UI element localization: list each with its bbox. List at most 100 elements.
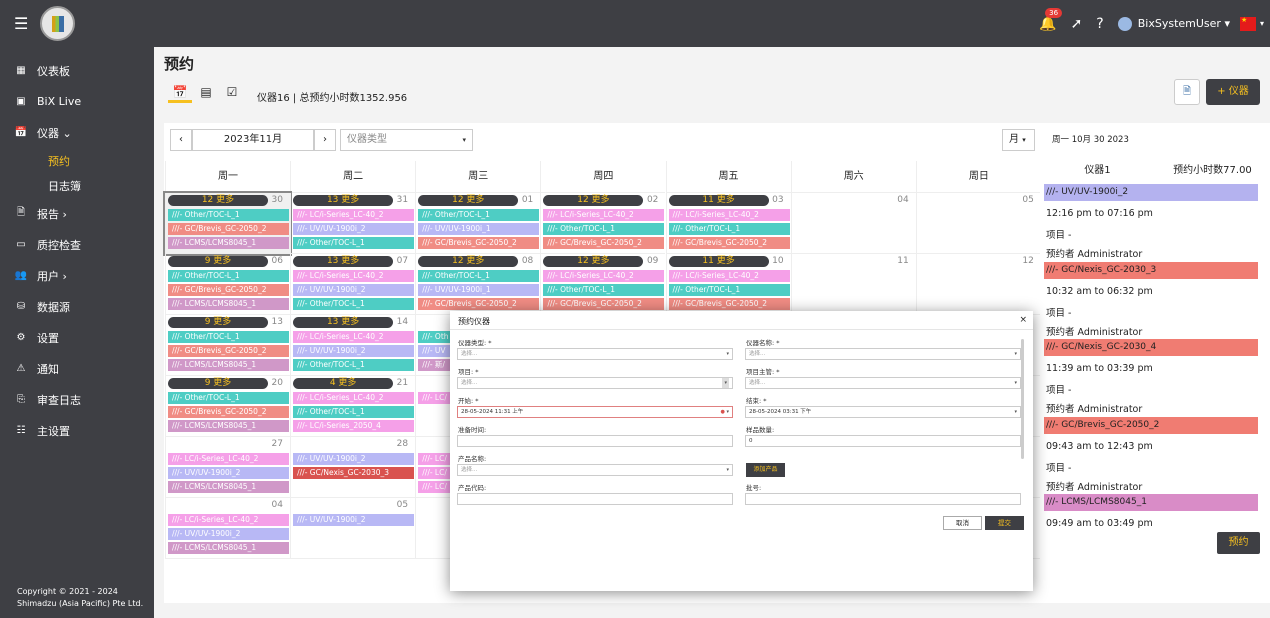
calendar-event[interactable]: ///- UV/UV-1900i_2	[293, 284, 415, 296]
calendar-event[interactable]: ///- LC/i-Series_LC-40_2	[293, 331, 415, 343]
calendar-event[interactable]: ///- LCMS/LCMS8045_1	[168, 298, 289, 310]
calendar-event[interactable]: ///- LC/i-Series_LC-40_2	[293, 209, 415, 221]
calendar-event[interactable]: ///- UV/UV-1900i_1	[418, 284, 540, 296]
instrument-name-field[interactable]: 选择... ▾	[745, 348, 1021, 360]
more-events-button[interactable]: 12 更多	[543, 256, 644, 267]
calendar-day[interactable]: 13 9 更多 ///- Other/TOC-L_1 ///- GC/Brevis_G…	[165, 315, 290, 376]
calendar-day[interactable]: 27 ///- LC/i-Series_LC-40_2 ///- UV/UV-190…	[165, 437, 290, 498]
project-field[interactable]: 选择... ▾	[457, 377, 733, 389]
calendar-day[interactable]: 20 9 更多 ///- Other/TOC-L_1 ///- GC/Brevis_G…	[165, 376, 290, 437]
calendar-event[interactable]: ///- UV/UV-1900i_2	[168, 467, 289, 479]
product-code-field[interactable]	[457, 493, 733, 505]
next-month-button[interactable]: ›	[314, 129, 336, 151]
calendar-event[interactable]: ///- Other/TOC-L_1	[293, 359, 415, 371]
chevron-down-icon[interactable]: ▾	[1260, 19, 1264, 28]
more-events-button[interactable]: 11 更多	[668, 256, 769, 267]
calendar-event[interactable]: ///- GC/Brevis_GC-2050_2	[168, 406, 289, 418]
close-icon[interactable]: ×	[1019, 315, 1027, 325]
calendar-day[interactable]: 05	[915, 193, 1041, 254]
calendar-event[interactable]: ///- LC/i-Series_2050_4	[293, 420, 415, 432]
calendar-event[interactable]: ///- Other/TOC-L_1	[168, 331, 289, 343]
calendar-event[interactable]: ///- LC/i-Series_LC-40_2	[543, 209, 665, 221]
calendar-event[interactable]: ///- GC/Brevis_GC-2050_2	[543, 298, 665, 310]
calendar-event[interactable]: ///- LCMS/LCMS8045_1	[168, 420, 289, 432]
sidebar-item[interactable]: ▣ BiX Live	[0, 86, 154, 117]
flag-cn-icon[interactable]	[1239, 16, 1256, 31]
booking-header[interactable]: ///- GC/Nexis_GC-2030_3	[1044, 261, 1258, 279]
sidebar-item[interactable]: ☷ 主设置	[0, 415, 154, 446]
cancel-button[interactable]: 取消	[943, 516, 982, 530]
calendar-event[interactable]: ///- UV/UV-1900i_2	[293, 223, 415, 235]
more-events-button[interactable]: 12 更多	[418, 195, 519, 206]
calendar-day[interactable]: 08 12 更多 ///- Other/TOC-L_1 ///- UV/UV-1900…	[415, 254, 541, 315]
calendar-day[interactable]: 28 ///- UV/UV-1900i_2 ///- GC/Nexis_GC-203…	[290, 437, 416, 498]
calendar-event[interactable]: ///- LC/i-Series_LC-40_2	[168, 514, 289, 526]
more-events-button[interactable]: 9 更多	[168, 317, 268, 328]
calendar-view-icon[interactable]: 📅	[168, 81, 192, 103]
calendar-day[interactable]: 05 ///- UV/UV-1900i_2	[290, 498, 416, 559]
booking-header[interactable]: ///- GC/Nexis_GC-2030_4	[1044, 339, 1258, 356]
prep-time-field[interactable]	[457, 435, 733, 447]
batch-field[interactable]	[745, 493, 1021, 505]
calendar-event[interactable]: ///- Other/TOC-L_1	[543, 284, 665, 296]
product-name-field[interactable]: 选择... ▾	[457, 464, 733, 476]
calendar-day[interactable]: 09 12 更多 ///- LC/i-Series_LC-40_2 ///- Othe…	[540, 254, 666, 315]
calendar-event[interactable]: ///- LC/i-Series_LC-40_2	[543, 270, 665, 282]
add-instrument-button[interactable]: + 仪器	[1206, 79, 1260, 105]
calendar-event[interactable]: ///- GC/Brevis_GC-2050_2	[418, 298, 540, 310]
calendar-event[interactable]: ///- Other/TOC-L_1	[668, 223, 790, 235]
calendar-event[interactable]: ///- Other/TOC-L_1	[418, 270, 540, 282]
calendar-day[interactable]: 07 13 更多 ///- LC/i-Series_LC-40_2 ///- UV/U…	[290, 254, 416, 315]
start-datetime-field[interactable]: 28-05-2024 11:31 上午 ● ▾	[457, 406, 733, 418]
calendar-event[interactable]: ///- Other/TOC-L_1	[168, 392, 289, 404]
calendar-event[interactable]: ///- GC/Brevis_GC-2050_2	[168, 284, 289, 296]
rocket-icon[interactable]: ➚	[1071, 16, 1083, 32]
calendar-event[interactable]: ///- UV/UV-1900i_2	[168, 528, 289, 540]
calendar-event[interactable]: ///- UV/UV-1900i_2	[293, 345, 415, 357]
calendar-event[interactable]: ///- LC/i-Series_LC-40_2	[668, 270, 790, 282]
calendar-day[interactable]: 04	[790, 193, 916, 254]
calendar-event[interactable]: ///- GC/Brevis_GC-2050_2	[668, 298, 790, 310]
sidebar-item[interactable]: 🗎 报告 ›	[0, 198, 154, 229]
add-product-button[interactable]: 添加产品	[746, 463, 785, 477]
calendar-event[interactable]: ///- GC/Brevis_GC-2050_2	[418, 237, 540, 249]
calendar-event[interactable]: ///- Other/TOC-L_1	[168, 270, 289, 282]
calendar-event[interactable]: ///- GC/Brevis_GC-2050_2	[168, 223, 289, 235]
view-select[interactable]: 月 ▾	[1002, 129, 1035, 151]
calendar-day[interactable]: 04 ///- LC/i-Series_LC-40_2 ///- UV/UV-190…	[165, 498, 290, 559]
bell-icon[interactable]: 🔔 36	[1039, 7, 1063, 32]
calendar-event[interactable]: ///- LC/i-Series_LC-40_2	[668, 209, 790, 221]
calendar-day[interactable]: 01 12 更多 ///- Other/TOC-L_1 ///- UV/UV-1900…	[415, 193, 541, 254]
calendar-day[interactable]: 11	[790, 254, 916, 315]
export-doc-button[interactable]: 🗎	[1174, 79, 1200, 105]
prev-month-button[interactable]: ‹	[170, 129, 192, 151]
calendar-event[interactable]: ///- Other/TOC-L_1	[293, 406, 415, 418]
more-events-button[interactable]: 4 更多	[293, 378, 394, 389]
instrument-type-field[interactable]: 选择... ▾	[457, 348, 733, 360]
calendar-event[interactable]: ///- Other/TOC-L_1	[168, 209, 289, 221]
calendar-event[interactable]: ///- GC/Brevis_GC-2050_2	[543, 237, 665, 249]
sidebar-item[interactable]: 预约	[0, 148, 154, 173]
calendar-event[interactable]: ///- LCMS/LCMS8045_1	[168, 542, 289, 554]
calendar-event[interactable]: ///- GC/Nexis_GC-2030_3	[293, 467, 415, 479]
sidebar-item[interactable]: ⛁ 数据源	[0, 291, 154, 322]
calendar-day[interactable]: 03 11 更多 ///- LC/i-Series_LC-40_2 ///- Othe…	[665, 193, 791, 254]
sample-count-field[interactable]: 0	[745, 435, 1021, 447]
sidebar-item[interactable]: ⚠ 通知	[0, 353, 154, 384]
list-view-icon[interactable]: ▤	[194, 81, 218, 103]
calendar-event[interactable]: ///- LCMS/LCMS8045_1	[168, 359, 289, 371]
calendar-event[interactable]: ///- UV/UV-1900i_2	[293, 453, 415, 465]
more-events-button[interactable]: 9 更多	[168, 256, 268, 267]
menu-icon[interactable]: ☰	[14, 14, 28, 33]
calendar-event[interactable]: ///- LCMS/LCMS8045_1	[168, 237, 289, 249]
more-events-button[interactable]: 11 更多	[668, 195, 769, 206]
calendar-event[interactable]: ///- LC/i-Series_LC-40_2	[293, 270, 415, 282]
more-events-button[interactable]: 12 更多	[543, 195, 644, 206]
more-events-button[interactable]: 13 更多	[293, 317, 394, 328]
calendar-day[interactable]: 31 13 更多 ///- LC/i-Series_LC-40_2 ///- UV/U…	[290, 193, 416, 254]
book-button[interactable]: 预约	[1217, 532, 1260, 554]
calendar-day[interactable]: 14 13 更多 ///- LC/i-Series_LC-40_2 ///- UV/U…	[290, 315, 416, 376]
submit-button[interactable]: 提交	[985, 516, 1024, 530]
calendar-event[interactable]: ///- GC/Brevis_GC-2050_2	[168, 345, 289, 357]
end-datetime-field[interactable]: 28-05-2024 03:31 下午 ▾	[745, 406, 1021, 418]
